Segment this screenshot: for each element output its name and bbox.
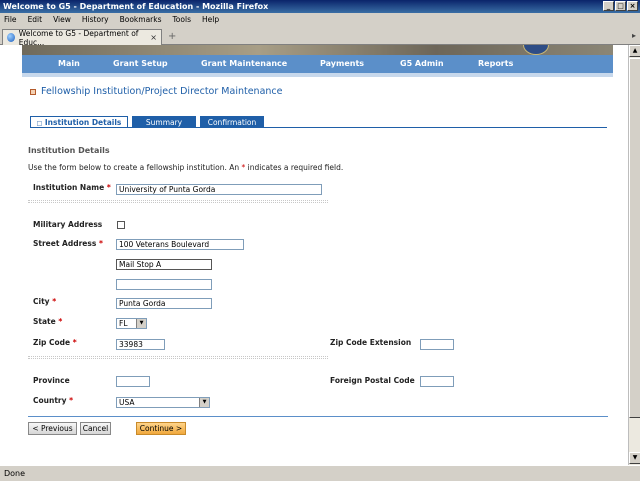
zip-code-input[interactable] [116,339,165,350]
separator [28,356,328,359]
page-viewport: Main Grant Setup Grant Maintenance Payme… [0,45,628,465]
city-label: City * [33,297,57,306]
dropdown-arrow-icon: ▼ [199,398,209,407]
nav-g5-admin[interactable]: G5 Admin [400,59,444,68]
dropdown-arrow-icon: ▼ [136,319,146,328]
zip-extension-input[interactable] [420,339,454,350]
close-window-button[interactable]: × [627,1,638,11]
cancel-button[interactable]: Cancel [80,422,111,435]
browser-tab-label: Welcome to G5 - Department of Educ... [18,28,139,47]
menu-edit[interactable]: Edit [28,15,43,24]
foreign-postal-code-label: Foreign Postal Code [330,376,415,385]
zip-extension-label: Zip Code Extension [330,338,412,347]
menu-view[interactable]: View [53,15,71,24]
military-address-checkbox[interactable] [117,221,125,229]
institution-name-label: Institution Name * [33,183,111,192]
military-address-label: Military Address [33,220,103,229]
tab-list-arrow-icon[interactable]: ▸ [632,31,636,40]
status-text: Done [4,469,26,478]
menu-help[interactable]: Help [202,15,219,24]
nav-grant-setup[interactable]: Grant Setup [113,59,168,68]
scroll-thumb[interactable] [629,58,640,418]
main-nav: Main Grant Setup Grant Maintenance Payme… [22,55,613,73]
street-address-line3-input[interactable] [116,279,212,290]
nav-payments[interactable]: Payments [320,59,364,68]
foreign-postal-code-input[interactable] [420,376,454,387]
country-select[interactable]: USA ▼ [116,397,210,408]
window-title: Welcome to G5 - Department of Education … [3,2,269,11]
province-input[interactable] [116,376,150,387]
page-title: Fellowship Institution/Project Director … [30,86,282,97]
tab-close-icon[interactable]: × [150,33,157,42]
section-title: Institution Details [28,146,110,155]
status-bar: Done [0,465,640,480]
separator [28,200,328,203]
previous-button[interactable]: < Previous [28,422,77,435]
globe-icon [7,33,15,42]
vertical-scrollbar[interactable]: ▲ ▼ [628,45,640,465]
nav-main[interactable]: Main [58,59,80,68]
window-title-bar: Welcome to G5 - Department of Education … [0,0,640,13]
country-label: Country * [33,396,74,405]
city-input[interactable] [116,298,212,309]
menu-tools[interactable]: Tools [173,15,191,24]
maximize-button[interactable]: □ [615,1,626,11]
menu-bar: File Edit View History Bookmarks Tools H… [0,13,640,26]
nav-grant-maintenance[interactable]: Grant Maintenance [201,59,287,68]
browser-tab-strip: Welcome to G5 - Department of Educ... × … [0,27,640,47]
new-tab-icon[interactable]: + [168,31,176,42]
street-address-line2-input[interactable] [116,259,212,270]
nav-reports[interactable]: Reports [478,59,513,68]
page-title-text: Fellowship Institution/Project Director … [41,86,283,97]
scroll-up-icon[interactable]: ▲ [629,45,640,57]
scroll-down-icon[interactable]: ▼ [629,452,640,464]
street-address-line1-input[interactable] [116,239,244,250]
street-address-label: Street Address * [33,239,103,248]
state-select[interactable]: FL ▼ [116,318,147,329]
minimize-button[interactable]: _ [603,1,614,11]
form-divider [28,416,608,417]
menu-history[interactable]: History [82,15,109,24]
institution-name-input[interactable] [116,184,322,195]
nav-shadow [22,73,613,77]
province-label: Province [33,376,70,385]
instructions: Use the form below to create a fellowshi… [28,163,344,172]
menu-file[interactable]: File [4,15,17,24]
continue-button[interactable]: Continue > [136,422,186,435]
heading-bullet-icon [30,88,36,95]
menu-bookmarks[interactable]: Bookmarks [120,15,162,24]
step-tabs-underline [30,127,607,128]
zip-code-label: Zip Code * [33,338,77,347]
browser-tab[interactable]: Welcome to G5 - Department of Educ... × [2,28,162,47]
state-label: State * [33,317,63,326]
